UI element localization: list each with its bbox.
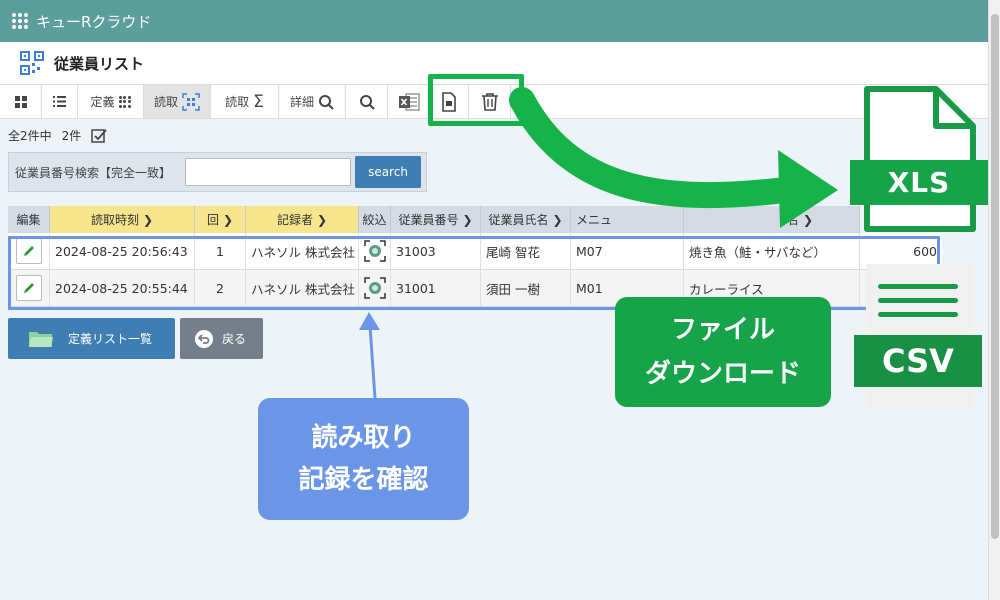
green-arrow-head — [778, 150, 838, 228]
download-callout-line2: ダウンロード — [644, 359, 801, 389]
download-highlight-frame — [428, 74, 524, 126]
read-callout-line2: 記録を確認 — [298, 465, 429, 495]
green-arrow-curve — [509, 87, 798, 209]
csv-line — [878, 312, 958, 317]
csv-line — [878, 284, 958, 289]
xls-file-icon — [864, 86, 976, 232]
file-download-callout: ファイル ダウンロード — [615, 297, 831, 407]
read-record-callout: 読み取り 記録を確認 — [258, 398, 469, 520]
blue-arrow-line — [368, 325, 377, 399]
csv-line — [878, 298, 958, 303]
download-callout-line1: ファイル — [670, 315, 775, 345]
blue-arrow-head — [359, 312, 380, 330]
csv-label: CSV — [854, 335, 982, 387]
read-callout-line1: 読み取り — [311, 423, 416, 453]
xls-label: XLS — [850, 160, 988, 205]
